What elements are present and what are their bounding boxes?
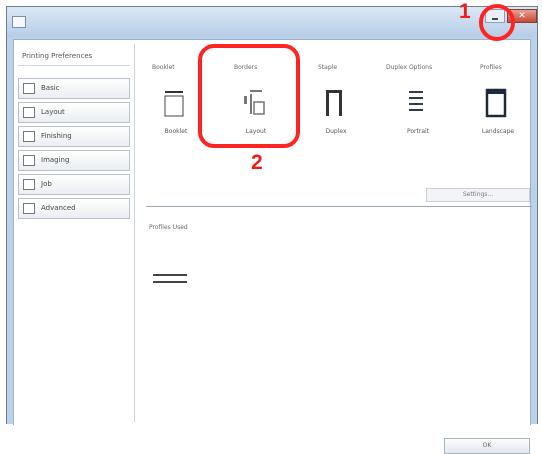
duplex-icon — [326, 90, 342, 116]
column-heading: Duplex Options — [386, 64, 433, 71]
profiles-label: Profiles Used — [149, 224, 188, 231]
sidebar: Printing Preferences Basic Layout Finish… — [16, 44, 135, 422]
preset-label: Portrait — [406, 128, 430, 135]
sidebar-item-label: Finishing — [41, 132, 72, 140]
preset-label: Duplex — [325, 128, 347, 135]
sidebar-item-label: Job — [41, 180, 52, 188]
page-icon — [23, 83, 35, 94]
portrait-icon — [409, 91, 423, 111]
preset-label: Landscape — [481, 128, 515, 135]
divider — [146, 206, 532, 207]
title-bar[interactable]: ✕ — [7, 7, 537, 37]
sidebar-item-advanced[interactable]: Advanced — [18, 198, 130, 219]
sidebar-item-basic[interactable]: Basic — [18, 78, 130, 99]
sidebar-item-label: Advanced — [41, 204, 76, 212]
layout-icon — [23, 107, 35, 118]
job-icon — [23, 179, 35, 190]
column-heading: Profiles — [480, 64, 502, 71]
callout-number-1: 1 — [459, 0, 471, 23]
sidebar-item-label: Layout — [41, 108, 65, 116]
callout-highlight-1 — [479, 4, 515, 41]
sidebar-header: Printing Preferences — [18, 46, 130, 66]
settings-button[interactable]: Settings... — [426, 188, 530, 202]
sidebar-item-label: Basic — [41, 84, 60, 92]
callout-highlight-2 — [198, 44, 300, 148]
app-icon — [12, 16, 26, 28]
booklet-icon — [164, 91, 184, 117]
advanced-icon — [23, 203, 35, 214]
sidebar-item-job[interactable]: Job — [18, 174, 130, 195]
finishing-icon — [23, 131, 35, 142]
sidebar-item-label: Imaging — [41, 156, 70, 164]
preset-duplex[interactable]: Duplex — [308, 84, 364, 140]
callout-number-2: 2 — [251, 151, 263, 174]
sidebar-item-finishing[interactable]: Finishing — [18, 126, 130, 147]
imaging-icon — [23, 155, 35, 166]
sidebar-item-layout[interactable]: Layout — [18, 102, 130, 123]
profile-icon[interactable] — [151, 272, 189, 286]
sidebar-item-imaging[interactable]: Imaging — [18, 150, 130, 171]
column-heading: Staple — [318, 64, 338, 71]
preset-landscape[interactable]: Landscape — [470, 84, 526, 140]
landscape-icon — [485, 88, 507, 118]
preset-label: Booklet — [164, 128, 188, 135]
preset-booklet[interactable]: Booklet — [148, 84, 204, 140]
ok-button[interactable]: OK — [444, 438, 530, 454]
preset-portrait[interactable]: Portrait — [390, 84, 446, 140]
column-heading: Booklet — [152, 64, 175, 71]
